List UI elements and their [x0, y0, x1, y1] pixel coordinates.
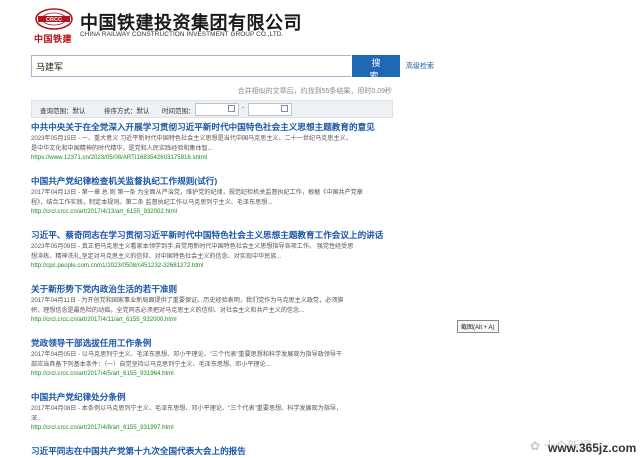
result-snippet: 帜，理想信念是最危险的动摇。全党同志必须把对马克思主义的信仰、对社会主义和共产主… [31, 306, 305, 314]
result-snippet: 2023年05月09日 - 真正把马克思主义看家本领学到手,自觉用新时代中国特色… [31, 243, 354, 250]
calendar-icon[interactable] [228, 105, 235, 112]
result-snippet: 想淬炼、精神洗礼,坚定对马克思主义的信仰、对中国特色社会主义的信念、对实现中华民… [31, 252, 282, 260]
result-snippet: 部应当具备下列基本条件：（一）自觉坚持以马克思列宁主义、毛泽东思想、邓小平理论.… [31, 360, 271, 368]
result-title[interactable]: 习近平、蔡奇同志在学习贯彻习近平新时代中国特色社会主义思想主题教育工作会议上的讲… [31, 230, 411, 241]
calendar-icon[interactable] [281, 105, 288, 112]
result-title[interactable]: 习近平同志在中国共产党第十九次全国代表大会上的报告 [31, 446, 411, 457]
result-snippet: 深... [31, 414, 43, 422]
sort-filter[interactable]: 排序方式：默认 [104, 105, 150, 115]
screenshot-tooltip: 截图(Alt + A) [457, 320, 499, 333]
result-url[interactable]: http://crcl.crcc.cn/art/2017/4/13/art_61… [31, 207, 411, 216]
result-snippet: 程》，结合工作实践，制定本规则。第二条 监督执纪工作以马克思列宁主义、毛泽东思想… [31, 198, 273, 206]
result-title[interactable]: 党政领导干部选拔任用工作条例 [31, 338, 411, 349]
company-title-en: CHINA RAILWAY CONSTRUCTION INVESTMENT GR… [80, 31, 284, 38]
result-snippet: 2017年04月05日 - 以马克思列宁主义、毛泽东思想、邓小平理论、"三个代表… [31, 351, 343, 358]
site-header: CRCC 中国铁建 中国铁建投资集团有限公司 CHINA RAILWAY CON… [0, 0, 640, 50]
result-count-info: 合并相似的文章后，约找到55条结果，用时0.09秒 [237, 88, 392, 95]
scope-filter[interactable]: 查询范围：默认 [40, 105, 86, 115]
filter-bar: 查询范围：默认 排序方式：默认 时间范围： - [31, 100, 393, 118]
result-snippet: 2017年04月13日 - 第一章 总 则 第一条 为全面从严治党，维护党的纪律… [31, 189, 363, 196]
result-snippet: 2017年04月11日 - 为开创党和国家事业新局面提供了重要保证。历史经验表明… [31, 297, 344, 304]
result-url[interactable]: http://crcl.crcc.cn/art/2017/4/11/art_61… [31, 315, 411, 324]
logo-caption: 中国铁建 [34, 34, 73, 44]
watermark-site: www.365jz.com [548, 441, 637, 455]
result-title[interactable]: 中国共产党纪律处分条例 [31, 392, 411, 403]
result-snippet: 2023年05月15日 - 一、重大意义 习近平新时代中国特色社会主义思想是当代… [31, 135, 352, 142]
logo-text: CRCC [46, 17, 62, 23]
result-item: 党政领导干部选拔任用工作条例 2017年04月05日 - 以马克思列宁主义、毛泽… [31, 338, 411, 378]
crcc-logo[interactable]: CRCC [34, 8, 74, 30]
result-item: 习近平、蔡奇同志在学习贯彻习近平新时代中国特色社会主义思想主题教育工作会议上的讲… [31, 230, 411, 270]
result-item: 中国共产党纪律处分条例 2017年04月08日 - 本条例以马克思列宁主义、毛泽… [31, 392, 411, 432]
search-bar: 搜 索 高级检索 [0, 55, 640, 81]
date-separator: - [242, 104, 245, 111]
result-url[interactable]: http://crcl.crcc.cn/art/2017/4/5/art_615… [31, 369, 411, 378]
result-title[interactable]: 关于新形势下党内政治生活的若干准则 [31, 284, 411, 295]
result-url[interactable]: http://crcl.crcc.cn/art/2017/4/8/art_615… [31, 423, 411, 432]
result-item: 中国共产党纪律检查机关监督执纪工作规则(试行) 2017年04月13日 - 第一… [31, 176, 411, 216]
result-url[interactable]: https://www.12371.cn/2023/05/08/ARTI1683… [31, 153, 411, 162]
result-title[interactable]: 中国共产党纪律检查机关监督执纪工作规则(试行) [31, 176, 411, 187]
result-item: 中共中央关于在全党深入开展学习贯彻习近平新时代中国特色社会主义思想主题教育的意见… [31, 122, 411, 162]
result-title[interactable]: 中共中央关于在全党深入开展学习贯彻习近平新时代中国特色社会主义思想主题教育的意见 [31, 122, 411, 133]
result-item: 习近平同志在中国共产党第十九次全国代表大会上的报告 [31, 446, 411, 457]
search-button[interactable]: 搜 索 [352, 55, 400, 81]
time-range-label: 时间范围： [162, 108, 195, 115]
result-snippet: 2017年04月08日 - 本条例以马克思列宁主义、毛泽东思想、邓小平理论、"三… [31, 405, 343, 412]
result-item: 关于新形势下党内政治生活的若干准则 2017年04月11日 - 为开创党和国家事… [31, 284, 411, 324]
search-input[interactable] [31, 55, 351, 77]
result-snippet: 是中华文化和中国精神的时代精华，是党和人民实践经验和集体智... [31, 144, 213, 152]
result-url[interactable]: http://cpc.people.com.cn/n1/2023/0508/c4… [31, 261, 411, 270]
advanced-search-link[interactable]: 高级检索 [406, 61, 434, 71]
